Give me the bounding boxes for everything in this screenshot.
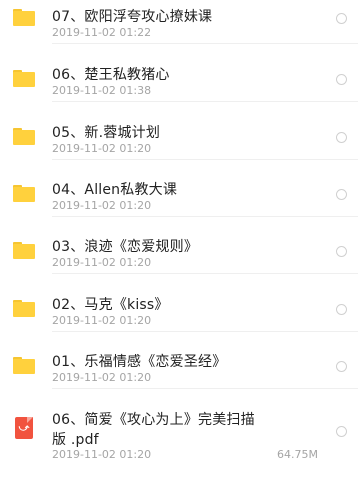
- file-name: 02、马克《kiss》: [52, 297, 169, 313]
- select-radio[interactable]: [336, 426, 347, 437]
- file-name: 06、楚王私教猪心: [52, 67, 170, 83]
- folder-icon: [13, 357, 35, 374]
- folder-icon: [13, 70, 35, 87]
- file-date: 2019-11-02 01:38: [52, 84, 152, 97]
- file-row[interactable]: 07、欧阳浮夸攻心撩妹课 2019-11-02 01:22: [0, 0, 358, 44]
- file-date: 2019-11-02 01:20: [52, 199, 152, 212]
- file-name: 07、欧阳浮夸攻心撩妹课: [52, 9, 213, 25]
- folder-icon: [13, 128, 35, 145]
- folder-icon: [13, 185, 35, 202]
- file-date: 2019-11-02 01:20: [52, 371, 152, 384]
- file-size: 64.75M: [277, 448, 318, 461]
- folder-icon: [13, 242, 35, 259]
- select-radio[interactable]: [336, 74, 347, 85]
- file-date: 2019-11-02 01:20: [52, 142, 152, 155]
- select-radio[interactable]: [336, 132, 347, 143]
- file-name: 05、新.蓉城计划: [52, 125, 161, 141]
- file-row[interactable]: 04、Allen私教大课 2019-11-02 01:20: [0, 159, 358, 217]
- pdf-icon: ⤻: [15, 417, 33, 439]
- file-row[interactable]: 02、马克《kiss》 2019-11-02 01:20: [0, 274, 358, 332]
- file-row[interactable]: 01、乐福情感《恋爱圣经》 2019-11-02 01:20: [0, 331, 358, 389]
- folder-icon: [13, 300, 35, 317]
- select-radio[interactable]: [336, 13, 347, 24]
- file-date: 2019-11-02 01:20: [52, 314, 152, 327]
- file-name: 01、乐福情感《恋爱圣经》: [52, 354, 227, 370]
- file-row[interactable]: 03、浪迹《恋爱规则》 2019-11-02 01:20: [0, 216, 358, 274]
- select-radio[interactable]: [336, 189, 347, 200]
- file-date: 2019-11-02 01:22: [52, 26, 152, 39]
- file-name-line1: 06、简爱《攻心为上》完美扫描: [52, 412, 255, 428]
- file-date: 2019-11-02 01:20: [52, 256, 152, 269]
- select-radio[interactable]: [336, 304, 347, 315]
- file-name: 04、Allen私教大课: [52, 182, 178, 198]
- file-date: 2019-11-02 01:20: [52, 448, 152, 461]
- select-radio[interactable]: [336, 246, 347, 257]
- select-radio[interactable]: [336, 361, 347, 372]
- file-name-line2: 版 .pdf: [52, 432, 99, 448]
- pdf-file-row[interactable]: ⤻ 06、简爱《攻心为上》完美扫描 版 .pdf 2019-11-02 01:2…: [0, 389, 358, 469]
- file-name: 03、浪迹《恋爱规则》: [52, 239, 199, 255]
- folder-icon: [13, 9, 35, 26]
- file-row[interactable]: 06、楚王私教猪心 2019-11-02 01:38: [0, 44, 358, 102]
- file-row[interactable]: 05、新.蓉城计划 2019-11-02 01:20: [0, 102, 358, 160]
